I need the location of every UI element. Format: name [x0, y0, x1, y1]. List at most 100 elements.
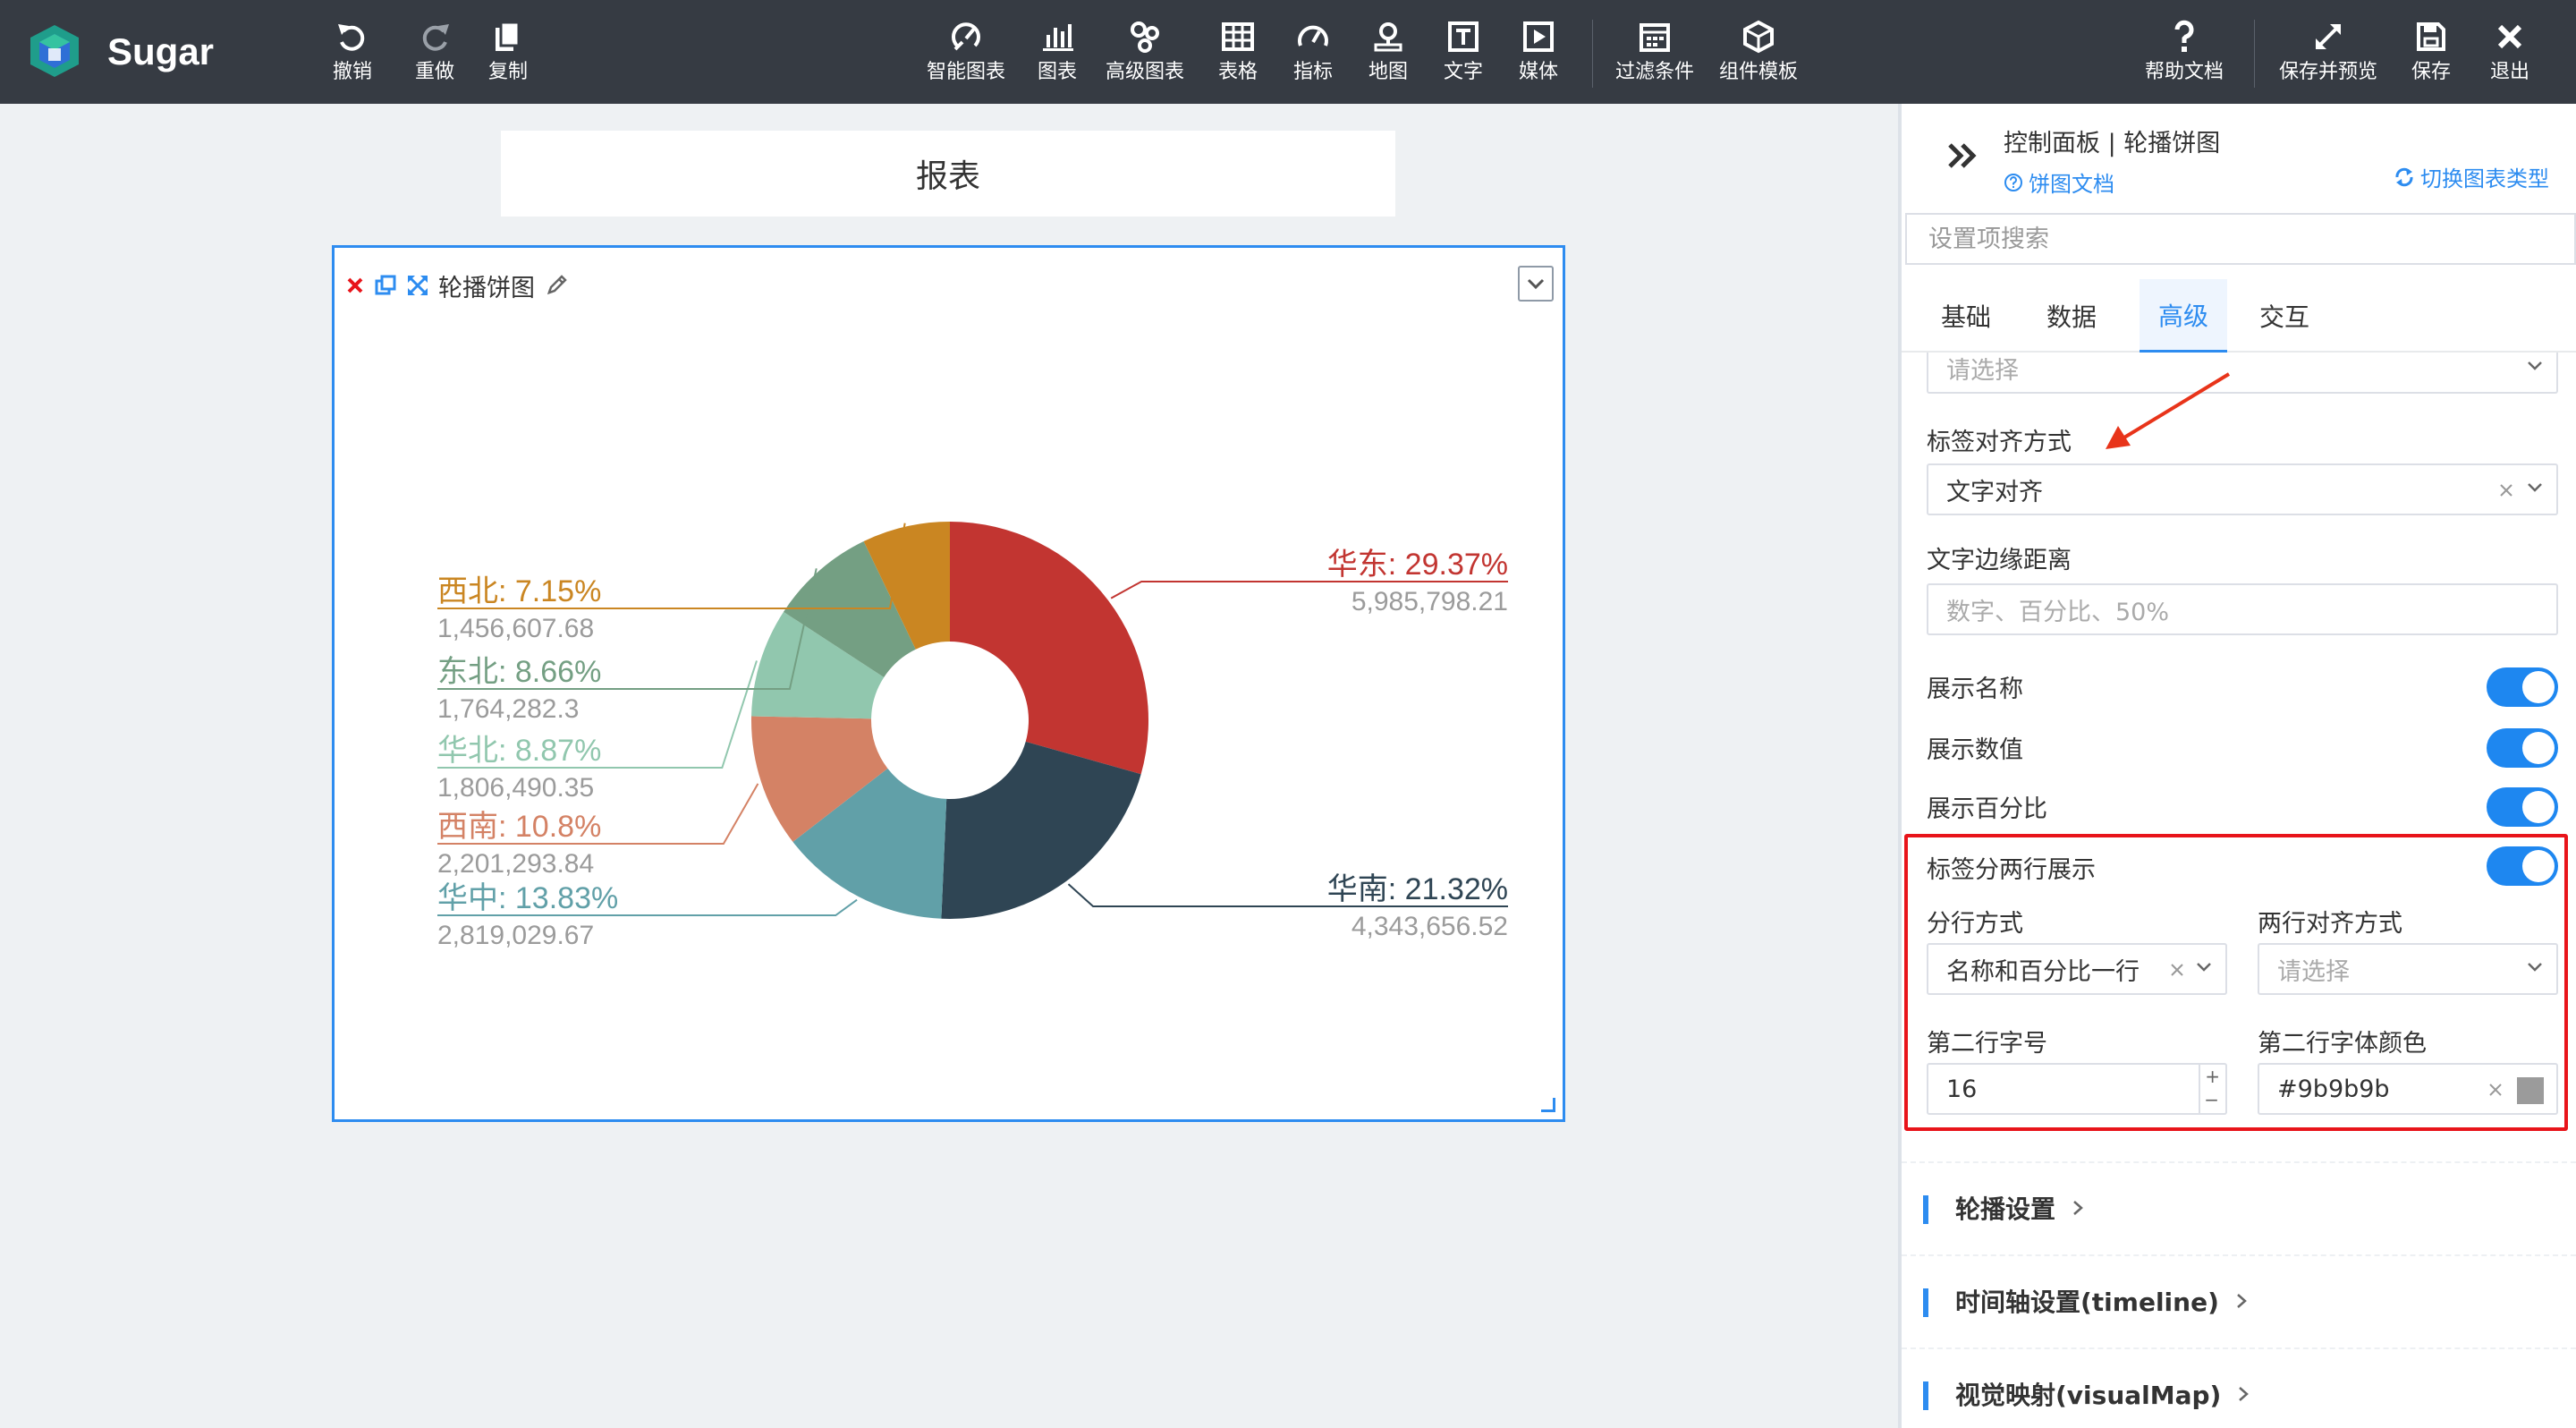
clear-icon[interactable] — [2168, 961, 2186, 979]
slice-value-label-2: 2,819,029.67 — [437, 921, 594, 950]
undo-label: 撤销 — [333, 61, 373, 83]
label-align-select[interactable]: 文字对齐 — [1927, 463, 2558, 515]
tab-basic[interactable]: 基础 — [1919, 279, 2012, 353]
show-value-label: 展示数值 — [1927, 736, 2023, 764]
switch-type-text: 切换图表类型 — [2420, 166, 2549, 191]
chevron-down-icon — [1527, 278, 1545, 290]
pie-slice-0[interactable] — [950, 522, 1148, 775]
component-template-button[interactable]: 组件模板 — [1719, 16, 1798, 93]
tab-advanced[interactable]: 高级 — [2140, 279, 2227, 353]
second-line-color-input[interactable]: #9b9b9b — [2258, 1063, 2558, 1115]
show-value-toggle[interactable] — [2487, 728, 2558, 768]
slice-label-2: 华中: 13.83% — [437, 881, 618, 915]
sugar-logo-icon — [30, 25, 79, 77]
map-label: 地图 — [1368, 61, 1409, 83]
save-preview-button[interactable]: 保存并预览 — [2279, 16, 2377, 93]
advanced-chart-button[interactable]: 高级图表 — [1106, 16, 1184, 93]
advanced-chart-label: 高级图表 — [1106, 61, 1185, 83]
clear-icon[interactable] — [2487, 1081, 2504, 1099]
tab-data[interactable]: 数据 — [2025, 279, 2118, 353]
pie-slice-1[interactable] — [941, 741, 1141, 919]
edit-pencil-icon[interactable] — [544, 273, 569, 298]
stepper-divider — [2199, 1065, 2200, 1113]
card-title: 轮播饼图 — [438, 274, 535, 302]
table-button[interactable]: 表格 — [1218, 16, 1258, 93]
save-button[interactable]: 保存 — [2411, 16, 2451, 93]
slice-value-label-6: 1,456,607.68 — [437, 614, 594, 643]
metric-button[interactable]: 指标 — [1293, 16, 1333, 93]
stepper-down-button[interactable]: − — [2204, 1090, 2219, 1109]
fullscreen-icon[interactable] — [406, 274, 429, 297]
panel-header: 控制面板 | 轮播饼图 饼图文档 切换图表类型 — [1902, 104, 2576, 213]
top-select[interactable]: 请选择 — [1927, 353, 2558, 394]
color-swatch[interactable] — [2517, 1077, 2544, 1104]
top-toolbar: Sugar 撤销 重做 复制 智能图表 图表 高级图表 表格 指标 地图 文字 … — [0, 0, 2576, 104]
slice-label-1: 华南: 21.32% — [1327, 872, 1508, 906]
split-mode-select[interactable]: 名称和百分比一行 — [1927, 943, 2227, 995]
filter-calendar-icon — [1635, 16, 1674, 57]
double-chevron-right-icon[interactable] — [1945, 138, 1980, 174]
help-docs-label: 帮助文档 — [2145, 61, 2224, 83]
smart-chart-icon — [946, 16, 986, 57]
settings-search-input[interactable] — [1905, 213, 2576, 265]
advanced-chart-icon — [1125, 16, 1165, 57]
second-line-size-value: 16 — [1946, 1075, 1978, 1103]
media-play-icon — [1519, 16, 1558, 57]
copy-button[interactable]: 复制 — [488, 16, 528, 93]
chevron-down-icon — [2528, 963, 2542, 972]
help-docs-button[interactable]: 帮助文档 — [2145, 16, 2224, 93]
toolbar-divider — [1592, 20, 1593, 88]
resize-handle[interactable] — [1541, 1098, 1555, 1112]
section-visualmap-title: 视觉映射(visualMap) — [1955, 1381, 2222, 1410]
show-name-toggle[interactable] — [2487, 667, 2558, 707]
two-line-toggle[interactable] — [2487, 846, 2558, 886]
tab-interaction[interactable]: 交互 — [2238, 279, 2331, 353]
map-pin-icon — [1368, 16, 1408, 57]
text-margin-input[interactable]: 数字、百分比、50% — [1927, 583, 2558, 635]
slice-value-label-3: 2,201,293.84 — [437, 849, 594, 879]
split-mode-value: 名称和百分比一行 — [1946, 957, 2140, 986]
two-line-label: 标签分两行展示 — [1927, 856, 2096, 884]
second-line-size-label: 第二行字号 — [1927, 1030, 2047, 1058]
map-button[interactable]: 地图 — [1368, 16, 1408, 93]
text-label: 文字 — [1444, 61, 1484, 83]
filter-button[interactable]: 过滤条件 — [1615, 16, 1694, 93]
show-percent-label: 展示百分比 — [1927, 795, 2047, 823]
toolbar-divider — [2254, 20, 2255, 88]
delete-icon[interactable] — [345, 276, 365, 295]
report-title[interactable]: 报表 — [501, 131, 1395, 217]
app-name: Sugar — [107, 30, 215, 72]
cube-icon — [1739, 16, 1778, 57]
pie-doc-link[interactable]: 饼图文档 — [2004, 166, 2114, 198]
slice-label-5: 东北: 8.66% — [437, 655, 601, 689]
refresh-icon — [2395, 167, 2413, 186]
align-mode-select[interactable]: 请选择 — [2258, 943, 2558, 995]
section-carousel[interactable]: 轮播设置 — [1902, 1161, 2576, 1254]
section-marker — [1923, 1381, 1928, 1410]
second-line-size-stepper[interactable]: 16 + − — [1927, 1063, 2227, 1115]
show-percent-toggle[interactable] — [2487, 787, 2558, 827]
chart-card[interactable]: 华东: 29.37% 5,985,798.21 华南: 21.32% 4,343,65… — [332, 245, 1565, 1122]
bar-chart-icon — [1038, 16, 1077, 57]
section-carousel-title: 轮播设置 — [1955, 1194, 2056, 1224]
slice-label-6: 西北: 7.15% — [437, 574, 601, 608]
text-button[interactable]: 文字 — [1444, 16, 1483, 93]
media-button[interactable]: 媒体 — [1519, 16, 1558, 93]
slice-label-3: 西南: 10.8% — [437, 810, 601, 844]
second-line-color-label: 第二行字体颜色 — [2258, 1030, 2427, 1058]
chart-button[interactable]: 图表 — [1038, 16, 1077, 93]
label-align-value: 文字对齐 — [1946, 478, 2043, 506]
undo-button[interactable]: 撤销 — [333, 16, 372, 93]
section-marker — [1923, 1195, 1928, 1224]
stepper-up-button[interactable]: + — [2205, 1067, 2220, 1086]
card-dropdown-button[interactable] — [1518, 266, 1554, 302]
smart-chart-button[interactable]: 智能图表 — [927, 16, 1005, 93]
redo-button[interactable]: 重做 — [415, 16, 454, 93]
chevron-right-icon — [2239, 1387, 2250, 1401]
exit-button[interactable]: 退出 — [2490, 16, 2529, 93]
section-timeline[interactable]: 时间轴设置(timeline) — [1902, 1254, 2576, 1347]
switch-chart-type-button[interactable]: 切换图表类型 — [2394, 161, 2549, 192]
duplicate-icon[interactable] — [374, 274, 397, 297]
clear-icon[interactable] — [2497, 481, 2515, 499]
section-visualmap[interactable]: 视觉映射(visualMap) — [1902, 1347, 2576, 1428]
